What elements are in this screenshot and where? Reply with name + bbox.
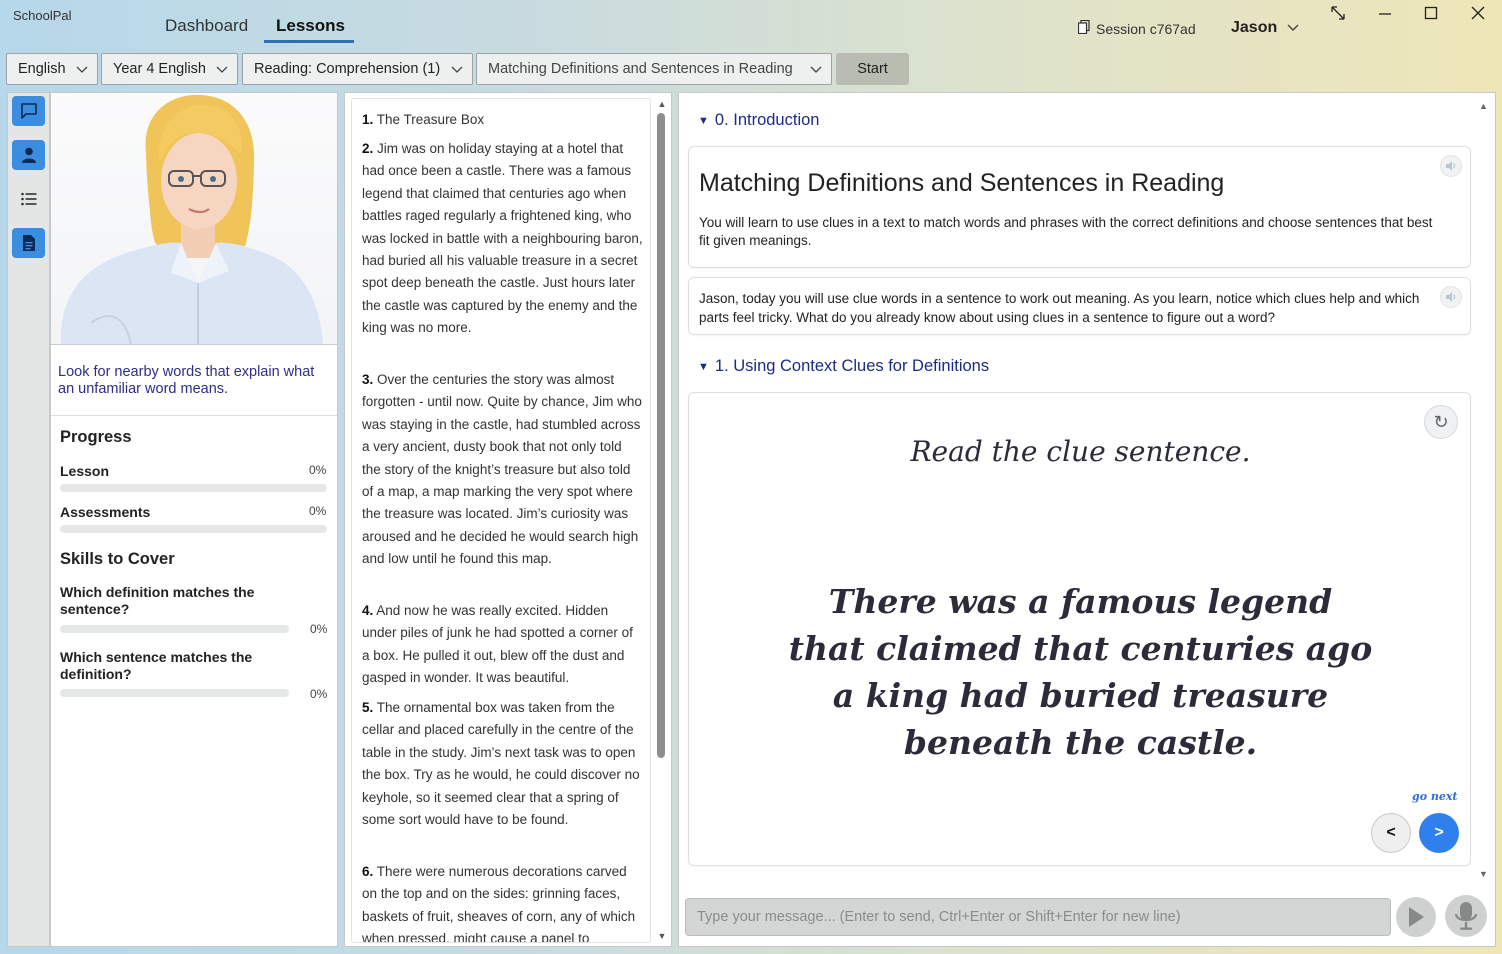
divider <box>51 415 337 416</box>
tab-lessons-underline <box>264 40 354 43</box>
chat-icon <box>20 103 37 119</box>
scroll-up-arrow[interactable]: ▲ <box>657 99 667 109</box>
skill-label: Which sentence matches the definition? <box>60 649 253 682</box>
clue-line: There was a famous legend <box>828 582 1333 621</box>
clue-sentence: There was a famous legend that claimed t… <box>689 578 1472 766</box>
section-introduction[interactable]: ▼ 0. Introduction <box>698 111 819 130</box>
subject-dropdown[interactable]: English <box>6 53 98 85</box>
collapse-triangle-icon: ▼ <box>698 360 709 373</box>
tutor-tip: Look for nearby words that explain what … <box>58 364 315 397</box>
go-next-hint: go next <box>1412 790 1458 803</box>
tutor-message: Jason, today you will use clue words in … <box>699 291 1420 325</box>
collapse-triangle-icon: ▼ <box>698 114 709 127</box>
scroll-down-arrow[interactable]: ▼ <box>1479 869 1488 879</box>
message-input[interactable]: Type your message... (Enter to send, Ctr… <box>685 898 1391 936</box>
tutor-avatar <box>51 93 337 345</box>
paragraph: 1. The Treasure Box <box>362 112 485 127</box>
reading-text-area[interactable]: 1. The Treasure Box 2. Jim was on holida… <box>351 98 651 943</box>
year-dropdown[interactable]: Year 4 English <box>101 53 238 85</box>
start-button[interactable]: Start <box>836 53 909 85</box>
maximize-icon[interactable] <box>1419 6 1443 25</box>
lesson-dropdown[interactable]: Matching Definitions and Sentences in Re… <box>476 53 832 85</box>
intro-card: Matching Definitions and Sentences in Re… <box>688 146 1471 268</box>
lesson-value: Matching Definitions and Sentences in Re… <box>488 61 793 77</box>
reading-panel-button[interactable] <box>12 228 45 258</box>
close-icon[interactable] <box>1466 6 1490 25</box>
skill-bar <box>60 625 289 633</box>
next-button[interactable]: > <box>1419 813 1459 853</box>
user-name: Jason <box>1231 19 1278 36</box>
resize-icon[interactable] <box>1326 6 1350 25</box>
progress-assessments-percent: 0% <box>309 504 327 518</box>
session-label: Session c767ad <box>1096 20 1196 37</box>
subject-value: English <box>18 61 66 77</box>
clue-line: a king had buried treasure <box>832 676 1329 715</box>
tutor-panel: Look for nearby words that explain what … <box>50 92 338 947</box>
section-label: 0. Introduction <box>714 111 820 129</box>
person-icon <box>21 147 36 163</box>
progress-lesson-label: Lesson <box>60 463 110 479</box>
chevron-down-icon <box>1287 19 1299 37</box>
user-menu[interactable]: Jason <box>1231 19 1299 37</box>
clue-line: that claimed that centuries ago <box>788 629 1373 668</box>
app-name: SchoolPal <box>13 8 72 23</box>
chevron-down-icon <box>810 66 822 73</box>
paragraph: 3. Over the centuries the story was almo… <box>362 372 642 567</box>
reading-scrollbar-thumb[interactable] <box>657 113 665 758</box>
scroll-up-arrow[interactable]: ▲ <box>1479 101 1488 111</box>
slide-heading: Read the clue sentence. <box>910 435 1251 468</box>
skill-percent: 0% <box>310 687 328 701</box>
progress-lesson-percent: 0% <box>309 463 327 477</box>
progress-assessments-bar <box>60 525 327 533</box>
topic-dropdown[interactable]: Reading: Comprehension (1) <box>242 53 473 85</box>
reading-panel: 1. The Treasure Box 2. Jim was on holida… <box>344 92 672 947</box>
progress-heading: Progress <box>60 428 132 446</box>
paragraph: 5. The ornamental box was taken from the… <box>362 700 640 828</box>
section-context-clues[interactable]: ▼ 1. Using Context Clues for Definitions <box>698 357 989 376</box>
tutor-message-card: Jason, today you will use clue words in … <box>688 277 1471 335</box>
speaker-icon[interactable] <box>1440 286 1462 308</box>
skills-heading: Skills to Cover <box>60 550 175 568</box>
chat-panel-button[interactable] <box>12 96 45 126</box>
paragraph: 2. Jim was on holiday staying at a hotel… <box>362 141 643 336</box>
icon-rail <box>7 92 50 947</box>
send-button[interactable] <box>1396 897 1436 937</box>
speaker-icon[interactable] <box>1440 155 1462 177</box>
lesson-title: Matching Definitions and Sentences in Re… <box>699 169 1225 197</box>
progress-lesson-bar <box>60 484 327 492</box>
year-value: Year 4 English <box>113 61 206 77</box>
progress-assessments-label: Assessments <box>60 504 151 520</box>
chevron-down-icon <box>76 66 88 73</box>
list-icon <box>20 192 36 206</box>
clue-line: beneath the castle. <box>903 723 1258 762</box>
scroll-down-arrow[interactable]: ▼ <box>657 931 667 941</box>
paragraph: 6. There were numerous decorations carve… <box>362 864 636 943</box>
skill-bar <box>60 689 289 697</box>
tab-lessons[interactable]: Lessons <box>276 16 345 36</box>
lesson-description: You will learn to use clues in a text to… <box>699 215 1433 248</box>
outline-panel-button[interactable] <box>12 184 45 214</box>
document-icon <box>22 235 35 251</box>
section-label: 1. Using Context Clues for Definitions <box>714 357 990 375</box>
skill-label: Which definition matches the sentence? <box>60 584 255 617</box>
chevron-down-icon <box>216 66 228 73</box>
tutor-panel-button[interactable] <box>12 140 45 170</box>
copy-icon <box>1077 19 1090 37</box>
topic-value: Reading: Comprehension (1) <box>254 61 441 77</box>
skill-percent: 0% <box>310 622 328 636</box>
session-indicator[interactable]: Session c767ad <box>1077 19 1196 37</box>
minimize-icon[interactable] <box>1373 6 1397 25</box>
chevron-down-icon <box>451 66 463 73</box>
tab-dashboard[interactable]: Dashboard <box>165 16 248 36</box>
previous-button[interactable]: < <box>1371 813 1411 853</box>
paragraph: 4. And now he was really excited. Hidden… <box>362 603 633 686</box>
play-icon <box>1409 907 1424 927</box>
microphone-icon <box>1454 902 1478 930</box>
microphone-button[interactable] <box>1445 895 1487 937</box>
slide-card: ↻ Read the clue sentence. There was a fa… <box>688 392 1471 866</box>
refresh-icon[interactable]: ↻ <box>1424 405 1458 439</box>
lesson-panel: ▲ ▼ 0. Introduction Matching Definitions… <box>678 92 1496 947</box>
